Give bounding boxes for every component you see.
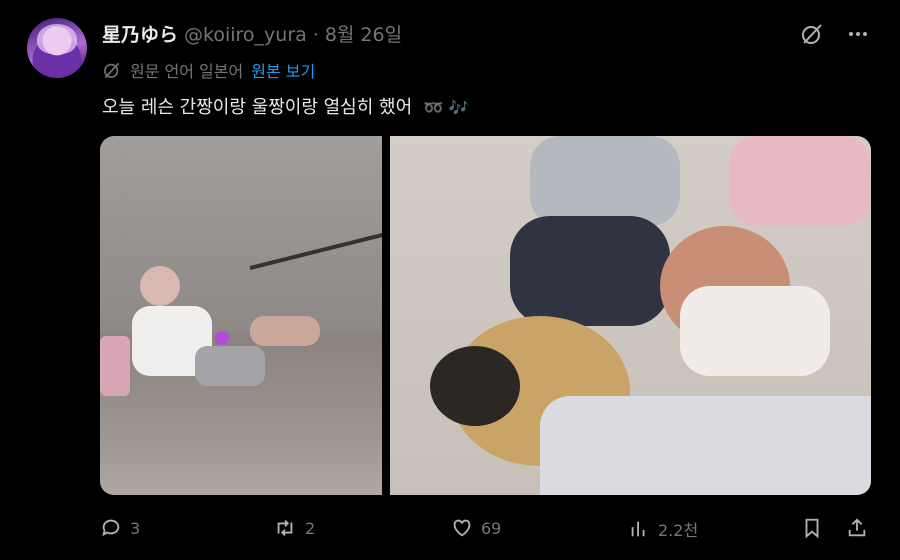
more-icon[interactable] xyxy=(846,22,870,46)
grok-icon[interactable] xyxy=(800,22,824,46)
repost-action[interactable]: 2 xyxy=(273,517,315,539)
tweet-body: 오늘 레슨 간짱이랑 울짱이랑 열심히 했어 xyxy=(102,97,413,118)
separator-dot: · xyxy=(312,24,319,46)
translation-label: 원문 언어 일본어 xyxy=(130,62,244,81)
reply-action[interactable]: 3 xyxy=(100,517,140,539)
translation-row: 원문 언어 일본어 원본 보기 xyxy=(102,58,315,82)
media-grid xyxy=(100,136,871,495)
repost-count: 2 xyxy=(305,518,316,538)
tweet-top-actions xyxy=(800,22,870,46)
reply-icon xyxy=(100,517,122,539)
share-action[interactable] xyxy=(846,517,868,539)
like-count: 69 xyxy=(481,518,502,538)
views-icon xyxy=(628,518,650,540)
share-icon xyxy=(846,517,868,539)
repost-icon xyxy=(273,517,297,539)
reply-count: 3 xyxy=(130,518,141,538)
view-count: 2.2천 xyxy=(658,521,699,540)
user-handle[interactable]: @koiiro_yura xyxy=(184,24,307,46)
photo-1[interactable] xyxy=(100,136,382,495)
bookmark-icon xyxy=(801,517,823,539)
translate-icon xyxy=(102,60,122,80)
display-name[interactable]: 星乃ゆら xyxy=(102,20,178,47)
like-action[interactable]: 69 xyxy=(451,517,501,539)
tweet-text: 오늘 레슨 간짱이랑 울짱이랑 열심히 했어 ➿ 🎶 xyxy=(102,93,469,119)
photo-2[interactable] xyxy=(390,136,871,495)
views-action[interactable]: 2.2천 xyxy=(628,517,698,541)
view-original-link[interactable]: 원본 보기 xyxy=(251,58,315,82)
tweet-actions: 3 2 69 2.2천 xyxy=(100,517,870,543)
avatar[interactable] xyxy=(27,18,87,78)
tweet-header: 星乃ゆら @koiiro_yura · 8월 26일 xyxy=(102,20,402,47)
tweet-emoji: ➿ 🎶 xyxy=(423,98,469,117)
like-icon xyxy=(451,517,473,539)
bookmark-action[interactable] xyxy=(801,517,823,539)
post-date[interactable]: 8월 26일 xyxy=(325,20,402,47)
